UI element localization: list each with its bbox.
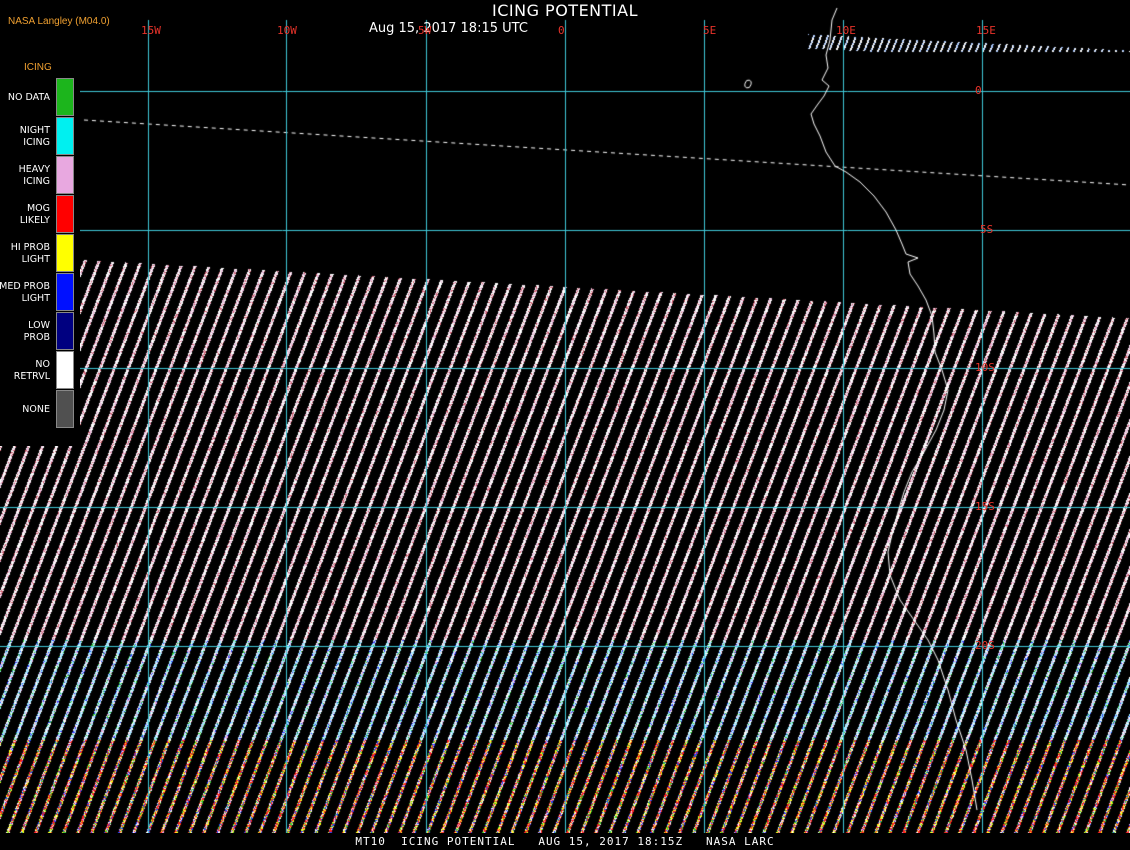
footer-caption: MT10 ICING POTENTIAL AUG 15, 2017 18:15Z… — [0, 833, 1130, 850]
legend-swatch — [56, 78, 74, 116]
legend-swatch — [56, 273, 74, 311]
page-title: ICING POTENTIAL — [491, 1, 638, 20]
lon-label-10w: 10W — [277, 24, 297, 37]
lat-label-20s: 20S — [975, 639, 995, 652]
lat-label-10s: 10S — [975, 361, 995, 374]
legend-label: MED PROB LIGHT — [0, 281, 50, 304]
legend-swatch — [56, 351, 74, 389]
timestamp: Aug 15, 2017 18:15 UTC — [369, 21, 528, 36]
legend-swatch — [56, 117, 74, 155]
lat-label-15s: 15S — [975, 500, 995, 513]
legend-label: NONE — [22, 404, 50, 415]
legend-swatch — [56, 195, 74, 233]
legend-label: NO RETRVL — [13, 359, 50, 382]
lon-label-5e: 5E — [703, 24, 717, 37]
lon-label-15e: 15E — [976, 24, 996, 37]
legend-label: MOG LIKELY — [19, 203, 50, 226]
icing-map — [0, 0, 1130, 850]
lat-label-0: 0 — [975, 84, 982, 97]
lat-label-5s: 5S — [980, 223, 994, 236]
lon-label-5w: 5W — [418, 24, 432, 37]
lon-label-10e: 10E — [836, 24, 856, 37]
legend-label: HEAVY ICING — [18, 164, 50, 187]
legend-swatch — [56, 390, 74, 428]
legend-swatch — [56, 312, 74, 350]
legend-label: HI PROB LIGHT — [10, 242, 50, 265]
lon-label-0: 0 — [558, 24, 565, 37]
legend-label: NO DATA — [7, 92, 50, 103]
legend-title: ICING — [24, 62, 52, 73]
legend-swatch — [56, 234, 74, 272]
legend-label: LOW PROB — [23, 320, 50, 343]
legend: ICING NO DATA NIGHT ICING HEAVY ICING MOG L… — [0, 58, 80, 446]
legend-swatch — [56, 156, 74, 194]
lon-label-15w: 15W — [141, 24, 161, 37]
legend-label: NIGHT ICING — [19, 125, 50, 148]
